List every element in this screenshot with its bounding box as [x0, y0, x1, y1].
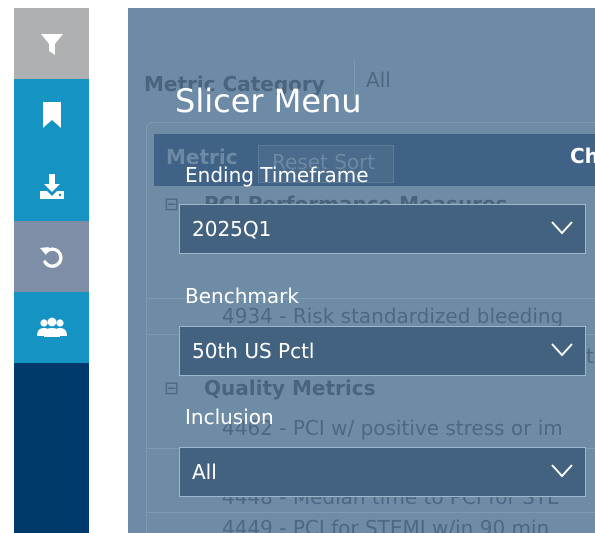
filter-icon	[40, 33, 63, 55]
download-button[interactable]	[14, 150, 89, 221]
chevron-down-icon	[551, 221, 573, 235]
column-header-partial: Ch	[570, 144, 595, 168]
collapse-icon[interactable]: ⊟	[164, 378, 179, 399]
collapse-icon[interactable]: ⊟	[164, 194, 179, 215]
inclusion-value: All	[192, 460, 217, 484]
benchmark-value: 50th US Pctl	[192, 339, 315, 363]
inclusion-dropdown[interactable]: All	[179, 447, 586, 497]
sidebar	[14, 8, 89, 533]
benchmark-label: Benchmark	[185, 284, 299, 308]
bookmark-icon	[42, 101, 61, 128]
reset-icon	[39, 246, 62, 268]
users-icon	[36, 317, 67, 337]
table-row: 4449 - PCI for STEMI w/in 90 min	[222, 516, 550, 533]
download-icon	[39, 173, 64, 199]
benchmark-dropdown[interactable]: 50th US Pctl	[179, 326, 586, 376]
chevron-down-icon	[551, 464, 573, 478]
group-label-quality: Quality Metrics	[204, 376, 376, 400]
filter-button[interactable]	[14, 8, 89, 79]
ending-timeframe-label: Ending Timeframe	[185, 163, 369, 187]
slicer-menu-title: Slicer Menu	[175, 82, 362, 120]
reset-button[interactable]	[14, 221, 89, 292]
row-divider	[146, 512, 595, 513]
inclusion-label: Inclusion	[185, 405, 274, 429]
chevron-down-icon	[551, 343, 573, 357]
ending-timeframe-value: 2025Q1	[192, 217, 272, 241]
row-trailing-text: t	[586, 344, 594, 368]
users-button[interactable]	[14, 292, 89, 363]
bookmark-button[interactable]	[14, 79, 89, 150]
ending-timeframe-dropdown[interactable]: 2025Q1	[179, 204, 586, 254]
report-panel: Metric Category All Metric Reset Sort Ch…	[128, 8, 595, 533]
metric-category-value[interactable]: All	[366, 68, 391, 92]
